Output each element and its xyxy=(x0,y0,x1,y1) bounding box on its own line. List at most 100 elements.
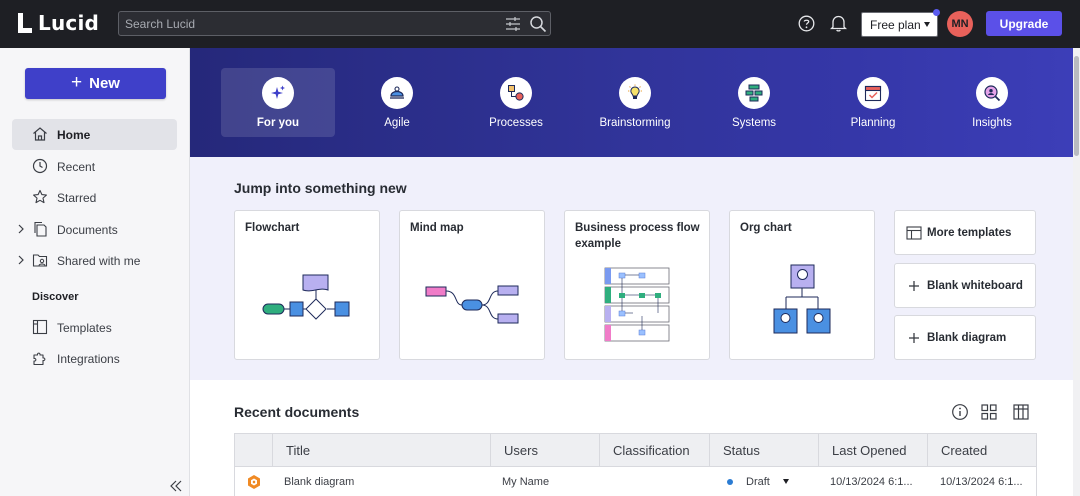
avatar[interactable]: MN xyxy=(947,11,973,37)
template-card-business-process-flow[interactable]: Business process flow example xyxy=(564,210,710,360)
search-icon[interactable] xyxy=(529,15,547,33)
info-icon[interactable] xyxy=(951,403,969,421)
template-card-org-chart[interactable]: Org chart xyxy=(729,210,875,360)
category-label: Brainstorming xyxy=(599,117,671,129)
sidebar-item-label: Starred xyxy=(57,191,97,205)
star-icon xyxy=(33,189,47,204)
category-icon-circle xyxy=(619,77,651,109)
category-icon-circle xyxy=(262,77,294,109)
caret-down-icon xyxy=(924,22,930,27)
page-scrollbar[interactable] xyxy=(1073,48,1080,496)
category-label: Insights xyxy=(972,117,1012,129)
column-header-title[interactable]: Title xyxy=(272,434,490,466)
lucid-logo[interactable]: Lucid xyxy=(18,11,99,35)
sparkle-icon xyxy=(271,85,285,99)
search-input[interactable] xyxy=(125,15,485,33)
column-header-last-opened[interactable]: Last Opened xyxy=(818,434,927,466)
template-name: Org chart xyxy=(740,222,792,234)
blank-diagram-label: Blank diagram xyxy=(927,331,1007,344)
table-row[interactable]: Blank diagram My Name Draft 10/13/2024 6… xyxy=(234,467,1037,496)
sidebar-item-integrations[interactable]: Integrations xyxy=(12,343,177,374)
category-label: For you xyxy=(256,117,300,129)
documents-icon xyxy=(34,221,47,237)
collapse-sidebar-icon[interactable] xyxy=(168,478,184,494)
blank-diagram-button[interactable]: Blank diagram xyxy=(894,315,1036,360)
status-dot xyxy=(727,479,733,485)
more-templates-label: More templates xyxy=(927,226,1012,239)
chevron-right-icon[interactable] xyxy=(16,223,26,235)
jump-section: Jump into something new Flowchart Mind m… xyxy=(190,157,1073,380)
calendar-icon xyxy=(864,85,882,102)
category-for-you[interactable]: For you xyxy=(221,68,335,137)
search-box[interactable] xyxy=(118,11,551,36)
upgrade-button[interactable]: Upgrade xyxy=(986,11,1062,36)
caret-down-icon[interactable] xyxy=(783,479,789,484)
category-processes[interactable]: Processes xyxy=(459,68,573,137)
table-view-icon[interactable] xyxy=(1012,403,1030,421)
lucid-logo-mark-icon xyxy=(18,13,34,33)
column-header-users[interactable]: Users xyxy=(490,434,599,466)
chevron-right-icon[interactable] xyxy=(16,254,26,266)
plan-label: Free plan xyxy=(870,17,921,32)
sidebar-item-label: Home xyxy=(57,128,91,142)
sidebar-item-recent[interactable]: Recent xyxy=(12,151,177,182)
doc-title[interactable]: Blank diagram xyxy=(284,476,354,488)
templates-icon xyxy=(32,319,48,335)
sidebar-item-label: Recent xyxy=(57,160,96,174)
template-card-mind-map[interactable]: Mind map xyxy=(399,210,545,360)
logo-text: Lucid xyxy=(38,11,100,35)
category-icon-circle xyxy=(976,77,1008,109)
plus-icon xyxy=(909,332,919,343)
more-templates-button[interactable]: More templates xyxy=(894,210,1036,255)
mind-map-thumbnail xyxy=(425,285,519,324)
category-agile[interactable]: Agile xyxy=(340,68,454,137)
sidebar-item-home[interactable]: Home xyxy=(12,119,177,150)
blank-whiteboard-label: Blank whiteboard xyxy=(927,279,1023,292)
doc-status[interactable]: Draft xyxy=(746,476,770,488)
column-header-status[interactable]: Status xyxy=(709,434,818,466)
recent-documents-title: Recent documents xyxy=(234,404,360,420)
filter-sliders-icon[interactable] xyxy=(505,16,521,32)
template-name: Flowchart xyxy=(245,222,300,234)
doc-last-opened: 10/13/2024 6:1... xyxy=(830,476,913,488)
category-brainstorming[interactable]: Brainstorming xyxy=(578,68,692,137)
agile-icon xyxy=(390,86,404,99)
notification-dot xyxy=(933,9,940,16)
notification-bell-icon[interactable] xyxy=(830,14,847,32)
discover-heading: Discover xyxy=(32,291,79,303)
lucidchart-doc-icon xyxy=(248,475,260,489)
category-label: Processes xyxy=(489,117,543,129)
processes-icon xyxy=(508,85,524,101)
top-bar: Lucid Free plan MN Upgrade xyxy=(0,0,1080,48)
column-header-created[interactable]: Created xyxy=(927,434,1036,466)
sidebar-item-documents[interactable]: Documents xyxy=(12,214,177,245)
sidebar-item-templates[interactable]: Templates xyxy=(12,312,177,343)
business-process-flow-thumbnail xyxy=(604,267,670,342)
column-header-classification[interactable]: Classification xyxy=(599,434,709,466)
new-button-label: New xyxy=(89,75,120,92)
category-label: Systems xyxy=(731,117,777,129)
scrollbar-thumb[interactable] xyxy=(1074,56,1079,156)
blank-whiteboard-button[interactable]: Blank whiteboard xyxy=(894,263,1036,308)
category-icon-circle xyxy=(381,77,413,109)
category-systems[interactable]: Systems xyxy=(697,68,811,137)
plus-icon xyxy=(909,280,919,291)
org-chart-thumbnail xyxy=(773,264,831,334)
grid-view-icon[interactable] xyxy=(980,403,998,421)
flowchart-thumbnail xyxy=(262,274,350,320)
sidebar-item-starred[interactable]: Starred xyxy=(12,182,177,213)
shared-folder-icon xyxy=(32,254,48,267)
plan-dropdown[interactable]: Free plan xyxy=(861,12,938,37)
new-button[interactable]: + New xyxy=(25,68,166,99)
table-header: Title Users Classification Status Last O… xyxy=(234,433,1037,467)
help-icon[interactable] xyxy=(798,15,815,32)
doc-created: 10/13/2024 6:1... xyxy=(940,476,1023,488)
icon-column-header xyxy=(235,434,272,466)
sidebar-item-label: Documents xyxy=(57,223,118,237)
template-card-flowchart[interactable]: Flowchart xyxy=(234,210,380,360)
home-icon xyxy=(33,127,47,141)
category-planning[interactable]: Planning xyxy=(816,68,930,137)
sidebar-item-shared[interactable]: Shared with me xyxy=(12,245,177,276)
doc-users: My Name xyxy=(502,476,550,488)
category-insights[interactable]: Insights xyxy=(935,68,1049,137)
